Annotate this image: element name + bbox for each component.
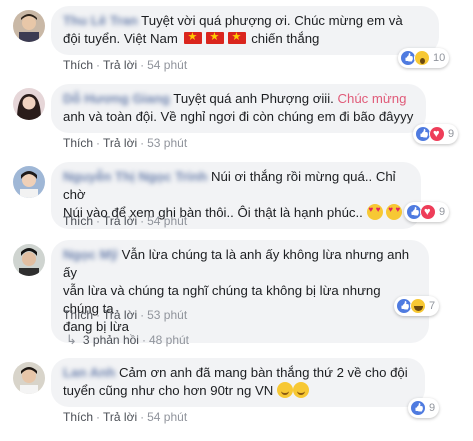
comment-bubble: Ngọc Mỹ Vẫn lừa chúng ta là anh ấy không… xyxy=(51,240,429,343)
author-name[interactable]: Lan Anh xyxy=(63,365,115,380)
heart-eyes-emoji-icon xyxy=(386,204,403,220)
reply-link[interactable]: Trả lời xyxy=(103,214,137,228)
reply-link[interactable]: Trả lời xyxy=(103,58,137,72)
vietnam-flag-icon xyxy=(183,30,202,44)
comment-actions: Thích · Trả lời · 54 phút xyxy=(63,58,188,72)
reaction-summary[interactable]: 7 xyxy=(394,296,440,316)
timestamp[interactable]: 54 phút xyxy=(147,58,187,72)
wow-icon xyxy=(414,50,430,66)
comment-bubble: Lan Anh Cảm ơn anh đã mang bàn thắng thứ… xyxy=(51,358,425,407)
heart-eyes-emoji-icon xyxy=(366,204,383,220)
timestamp[interactable]: 53 phút xyxy=(147,136,187,150)
author-name[interactable]: Nguyễn Thị Ngọc Trinh xyxy=(63,169,207,184)
comment-text: Tuyệt quá anh Phượng ơiii. xyxy=(173,91,334,106)
author-name[interactable]: Thu Lê Tran xyxy=(63,13,138,28)
timestamp[interactable]: 54 phút xyxy=(147,214,187,228)
vietnam-flag-icon xyxy=(205,30,224,44)
reaction-summary[interactable]: 9 xyxy=(408,398,440,418)
comment-actions: Thích · Trả lời · 54 phút xyxy=(63,214,188,228)
reply-link[interactable]: Trả lời xyxy=(103,410,137,424)
comment-actions: Thích · Trả lời · 53 phút xyxy=(63,136,188,150)
timestamp[interactable]: 54 phút xyxy=(147,410,187,424)
comment-actions: Thích · Trả lời · 53 phút xyxy=(63,308,188,322)
author-name[interactable]: Ngọc Mỹ xyxy=(63,247,118,262)
reaction-summary[interactable]: 9 xyxy=(413,124,459,144)
like-link[interactable]: Thích xyxy=(63,58,93,72)
reaction-count: 9 xyxy=(439,206,446,218)
like-icon xyxy=(410,400,426,416)
comment-line-1: Nguyễn Thị Ngọc Trinh Núi ơi thắng rồi m… xyxy=(63,168,409,204)
like-link[interactable]: Thích xyxy=(63,410,93,424)
reaction-count: 10 xyxy=(433,52,446,64)
view-replies[interactable]: ↳ 3 phản hồi · 48 phút xyxy=(66,332,189,348)
comment-line-2: anh và toàn đội. Về nghỉ ngơi đi còn chú… xyxy=(63,108,414,126)
replies-timestamp: 48 phút xyxy=(148,333,190,347)
comment-line-1: Thu Lê Tran Tuyệt vời quá phượng ơi. Chú… xyxy=(63,12,427,30)
reply-link[interactable]: Trả lời xyxy=(103,308,137,322)
avatar[interactable] xyxy=(13,10,45,42)
comment-text: đội tuyển. Việt Nam xyxy=(63,31,178,46)
highlighted-text: Chúc mừng xyxy=(337,91,407,106)
like-link[interactable]: Thích xyxy=(63,136,93,150)
love-icon xyxy=(429,126,445,142)
smile-emoji-icon xyxy=(292,382,309,398)
avatar[interactable] xyxy=(13,166,45,198)
like-link[interactable]: Thích xyxy=(63,214,93,228)
comment-text: Tuyệt vời quá phượng ơi. Chúc mừng em và xyxy=(141,13,403,28)
reaction-count: 9 xyxy=(429,402,436,414)
reply-link[interactable]: Trả lời xyxy=(103,136,137,150)
reaction-summary[interactable]: 9 xyxy=(404,202,450,222)
comment-line-1: Lan Anh Cảm ơn anh đã mang bàn thắng thứ… xyxy=(63,364,413,382)
comment-bubble: Thu Lê Tran Tuyệt vời quá phượng ơi. Chú… xyxy=(51,6,439,55)
comment-text: chiến thắng xyxy=(251,31,320,46)
comment-text: tuyển cũng như cho hơn 90tr ng VN xyxy=(63,383,274,398)
avatar[interactable] xyxy=(13,362,45,394)
reaction-count: 9 xyxy=(448,128,455,140)
comment-line-1: Ngọc Mỹ Vẫn lừa chúng ta là anh ấy không… xyxy=(63,246,417,282)
love-icon xyxy=(420,204,436,220)
comment-actions: Thích · Trả lời · 54 phút xyxy=(63,410,188,424)
reply-arrow-icon: ↳ xyxy=(66,332,77,347)
comment-line-2: đội tuyển. Việt Nam chiến thắng xyxy=(63,30,427,48)
like-link[interactable]: Thích xyxy=(63,308,93,322)
avatar[interactable] xyxy=(13,88,45,120)
vietnam-flag-icon xyxy=(227,30,246,44)
timestamp[interactable]: 53 phút xyxy=(147,308,187,322)
comment-text: Cảm ơn anh đã mang bàn thắng thứ 2 về ch… xyxy=(118,365,408,380)
haha-icon xyxy=(410,298,426,314)
reaction-count: 7 xyxy=(429,300,436,312)
comment-line-2: tuyển cũng như cho hơn 90tr ng VN xyxy=(63,382,413,400)
comment-bubble: Dỗ Hương Giang Tuyệt quá anh Phượng ơiii… xyxy=(51,84,426,133)
replies-count[interactable]: 3 phản hồi xyxy=(83,333,139,347)
avatar[interactable] xyxy=(13,244,45,276)
reaction-summary[interactable]: 10 xyxy=(398,48,450,68)
author-name[interactable]: Dỗ Hương Giang xyxy=(63,91,170,106)
comment-line-1: Dỗ Hương Giang Tuyệt quá anh Phượng ơiii… xyxy=(63,90,414,108)
comment-text: anh và toàn đội. Về nghỉ ngơi đi còn chú… xyxy=(63,109,414,124)
smile-emoji-icon xyxy=(276,382,293,398)
